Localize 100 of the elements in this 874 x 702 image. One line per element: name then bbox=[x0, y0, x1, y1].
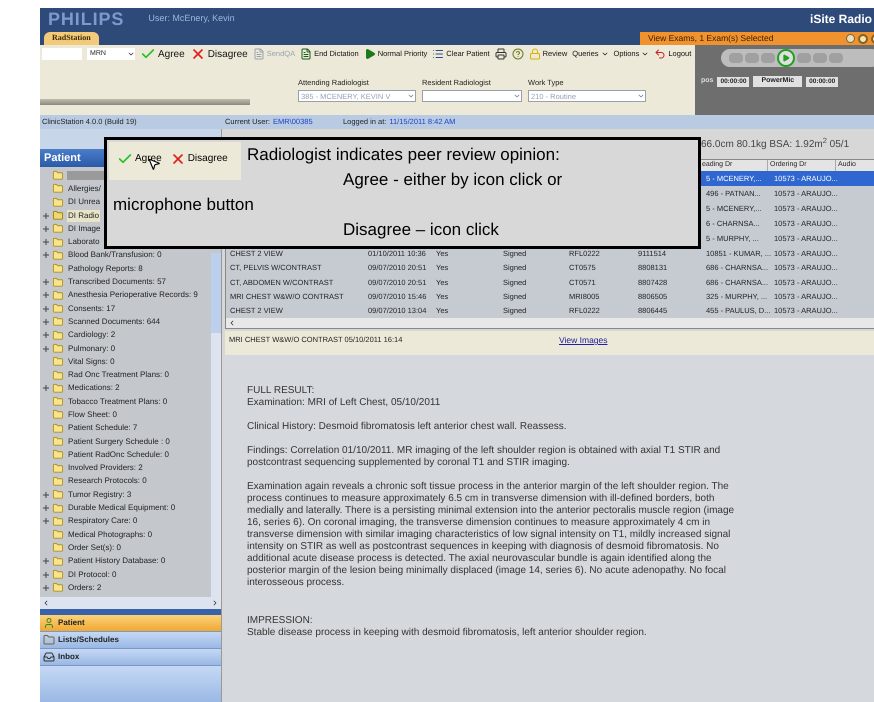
expand-icon[interactable] bbox=[43, 385, 49, 392]
tree-item[interactable]: Tumor Registry: 3 bbox=[67, 488, 132, 501]
expand-icon[interactable] bbox=[43, 492, 49, 498]
expand-icon[interactable] bbox=[43, 346, 49, 352]
report-text: Clinical History: Desmoid fibromatosis left anterior chest wall. Reassess. bbox=[247, 421, 568, 433]
folder-icon bbox=[52, 516, 64, 527]
folder-icon bbox=[52, 170, 64, 182]
search-field[interactable] bbox=[42, 48, 82, 60]
tree-item[interactable]: Patient Surgery Schedule : 0 bbox=[67, 436, 171, 448]
tree-item[interactable]: Durable Medical Equipment: 0 bbox=[67, 502, 176, 514]
exams-tab[interactable]: View Exams, 1 Exam(s) Selected bbox=[640, 32, 840, 45]
caret-icon bbox=[127, 50, 135, 58]
app-tab[interactable]: RadStation bbox=[44, 32, 99, 45]
tree-item[interactable]: Medical Photographs: 0 bbox=[67, 528, 154, 541]
logo: PHILIPS bbox=[48, 8, 124, 30]
tree-item[interactable]: Consents: 17 bbox=[67, 302, 116, 315]
tree-item[interactable]: Order Set(s): 0 bbox=[67, 542, 122, 554]
tree-item[interactable]: Patient RadOnc Schedule: 0 bbox=[67, 448, 170, 461]
folder-icon bbox=[52, 382, 64, 394]
folder-icon bbox=[52, 370, 64, 381]
folder-icon bbox=[52, 236, 64, 248]
help-icon[interactable] bbox=[512, 48, 524, 60]
folder-icon bbox=[52, 396, 64, 408]
folder-icon bbox=[52, 502, 64, 514]
tree-item[interactable]: Rad Onc Treatment Plans: 0 bbox=[67, 369, 170, 382]
tree-item[interactable]: DI Unrea bbox=[67, 196, 102, 208]
table-scrollbar[interactable] bbox=[226, 318, 874, 328]
document-icon bbox=[252, 48, 265, 60]
horizontal-scrollbar[interactable] bbox=[40, 596, 221, 608]
tree-item[interactable]: Orders: 2 bbox=[67, 582, 102, 594]
tree-item[interactable]: Medications: 2 bbox=[67, 382, 121, 394]
tree-item[interactable]: Pulmonary: 0 bbox=[67, 342, 116, 354]
tree-item[interactable]: Scanned Documents: 644 bbox=[67, 316, 162, 328]
folder-icon bbox=[52, 290, 64, 301]
callout-button[interactable]: Agree bbox=[117, 148, 162, 170]
tree-item[interactable]: Blood Bank/Transfusion: 0 bbox=[67, 249, 163, 262]
tree-item[interactable]: Patient Schedule: 7 bbox=[67, 422, 138, 434]
expand-icon[interactable] bbox=[43, 584, 49, 591]
folder-icon bbox=[52, 409, 64, 420]
expand-icon[interactable] bbox=[43, 572, 49, 578]
nav-button[interactable]: Inbox bbox=[40, 648, 221, 666]
tree-item[interactable]: Pathology Reports: 8 bbox=[67, 262, 144, 275]
tree-item[interactable]: Transcribed Documents: 57 bbox=[67, 276, 167, 288]
caret-icon bbox=[641, 50, 650, 58]
folder-icon bbox=[52, 276, 64, 288]
expand-icon[interactable] bbox=[43, 505, 49, 512]
view-images-link[interactable]: View Images bbox=[559, 334, 608, 347]
toolbar-button[interactable]: Disagree bbox=[190, 46, 248, 62]
tree-item[interactable]: Patient History Database: 0 bbox=[67, 555, 166, 568]
expand-icon[interactable] bbox=[43, 332, 49, 338]
callout-text: Radiologist indicates peer review opinion: bbox=[247, 144, 560, 166]
report-text: Examination again reveals a chronic soft tissue process in the anterior margin of the left shoulder region. The process continues to measure approximately 6.5 cm in transverse dimension with ill-defined borders, both medially and laterally. There is a persisting minimal extension into the anterior pectoralis muscle region (image 16, series 6). On coronal imaging, the transverse dimension continues to measure approximately 4 cm in transverse dimension with similar imaging characteristics of low signal intensity on T1, mildly increased signal intensity on STIR as well as postcontrast sequences in keeping with diagnosis of desmoid fibromatosis. No additional acute disease process is detected. The axial neurovascular bundle is again identified along the posterior margin of the lesion being minimally displaced (image 14, series 6). No acute adenopathy. No focal interosseous process. bbox=[247, 481, 736, 589]
folder-icon bbox=[52, 183, 64, 194]
media-controls-drawing[interactable] bbox=[721, 49, 874, 67]
folder-icon bbox=[52, 569, 64, 580]
expand-icon[interactable] bbox=[43, 226, 49, 232]
toolbar-button[interactable]: Agree bbox=[140, 46, 185, 62]
report-text: Stable disease process in keeping with desmoid fibromatosis, left anterior shoulder region. bbox=[247, 627, 648, 639]
tree-item[interactable]: DI Image bbox=[67, 222, 102, 235]
expand-icon[interactable] bbox=[43, 212, 49, 219]
printer-icon[interactable] bbox=[494, 48, 507, 60]
tree-item[interactable]: Allergies/ bbox=[67, 182, 102, 195]
folder-icon bbox=[52, 556, 64, 567]
user-name: User: McEnery, Kevin bbox=[148, 12, 235, 26]
report-text: FULL RESULT: bbox=[247, 385, 316, 397]
nav-button[interactable]: Patient bbox=[40, 614, 221, 632]
patient-info: 66.0cm 80.1kg BSA: 1.92m$^{2}$ 05/1 bbox=[701, 136, 850, 152]
tree-item[interactable]: Vital Signs: 0 bbox=[67, 356, 116, 368]
expand-icon[interactable] bbox=[43, 252, 49, 258]
tree-item[interactable]: Respiratory Care: 0 bbox=[67, 515, 138, 528]
folder-icon bbox=[52, 210, 64, 222]
tree-item[interactable]: Laborato bbox=[67, 236, 101, 248]
folder-icon bbox=[52, 542, 64, 554]
tree-item[interactable]: Involved Providers: 2 bbox=[67, 462, 144, 474]
person-icon bbox=[43, 616, 55, 628]
expand-icon[interactable] bbox=[43, 518, 49, 524]
vertical-scrollbar[interactable] bbox=[211, 253, 221, 596]
tree-item[interactable]: Anesthesia Perioperative Records: 9 bbox=[67, 289, 199, 302]
tree-item[interactable]: Research Protocols: 0 bbox=[67, 475, 148, 488]
play-icon bbox=[364, 48, 376, 60]
nav-button[interactable]: Lists/Schedules bbox=[40, 632, 221, 648]
radiologist-dropdown[interactable] bbox=[422, 90, 522, 102]
expand-icon[interactable] bbox=[43, 292, 49, 298]
expand-icon[interactable] bbox=[43, 239, 49, 246]
folder-icon bbox=[52, 489, 64, 500]
callout-text: microphone button bbox=[113, 194, 254, 216]
folder-icon bbox=[52, 422, 64, 434]
expand-icon[interactable] bbox=[43, 558, 49, 564]
tree-item[interactable]: Tobacco Treatment Plans: 0 bbox=[67, 396, 168, 408]
callout-text: Disagree – icon click bbox=[343, 219, 499, 241]
lock-icon bbox=[528, 48, 541, 60]
expand-icon[interactable] bbox=[43, 318, 49, 325]
tree-item[interactable]: DI Radio bbox=[67, 210, 100, 222]
folder-icon bbox=[52, 436, 64, 448]
expand-icon[interactable] bbox=[43, 279, 49, 286]
report-text: Examination: MRI of Left Chest, 05/10/2011 bbox=[247, 397, 442, 409]
expand-icon[interactable] bbox=[43, 306, 49, 312]
tree-item[interactable]: DI Protocol: 0 bbox=[67, 568, 118, 581]
tree-item[interactable]: Flow Sheet: 0 bbox=[67, 408, 118, 421]
tree-item[interactable]: Cardiology: 2 bbox=[67, 329, 116, 342]
